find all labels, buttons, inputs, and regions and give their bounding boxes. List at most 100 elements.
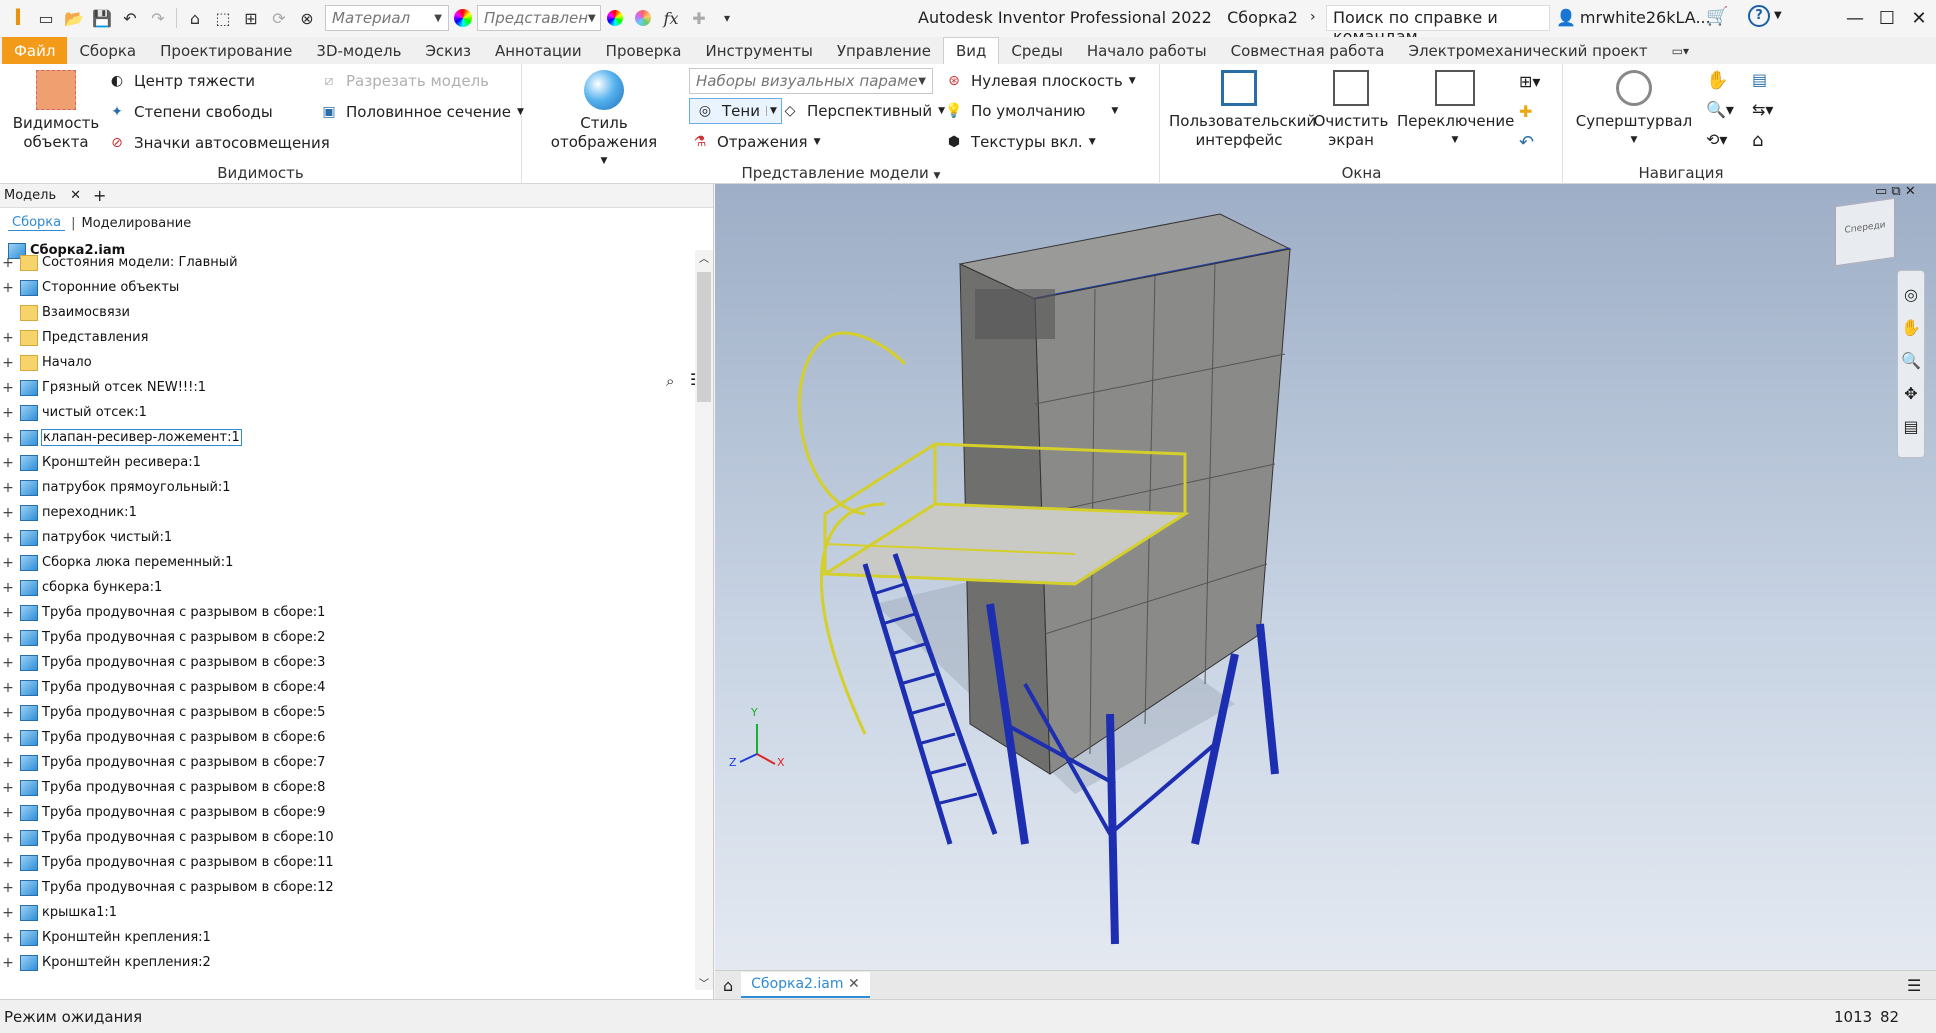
new-window-icon[interactable]: ✚ — [1519, 102, 1532, 121]
tree-item[interactable]: + Сборка люка переменный:1 — [0, 550, 695, 575]
lighting-combo[interactable]: 💡 По умолчанию ▼ — [943, 100, 1118, 122]
select-icon[interactable]: ⬚ — [211, 6, 235, 30]
expand-icon[interactable]: + — [0, 930, 16, 946]
scroll-thumb[interactable] — [697, 272, 711, 402]
tree-item[interactable]: + Начало — [0, 350, 695, 375]
tab-3d-model[interactable]: 3D-модель — [304, 37, 413, 64]
browser-scrollbar[interactable]: ︿ ﹀ — [695, 250, 713, 990]
expand-icon[interactable]: + — [0, 755, 16, 771]
appearance-combo[interactable]: Представлен ▼ — [477, 5, 601, 31]
expand-icon[interactable]: + — [0, 705, 16, 721]
visual-presets-combo[interactable]: Наборы визуальных параметров▼ — [689, 68, 933, 94]
restore-icon[interactable]: ↶ — [1519, 132, 1534, 153]
expand-icon[interactable]: + — [0, 380, 16, 396]
material-combo[interactable]: Материал ▼ — [325, 5, 449, 31]
tree-item[interactable]: + Труба продувочная с разрывом в сборе:3 — [0, 650, 695, 675]
help-search-input[interactable]: Поиск по справке и командам — [1326, 5, 1550, 46]
tab-environments[interactable]: Среды — [999, 37, 1074, 64]
tab-annotate[interactable]: Аннотации — [483, 37, 594, 64]
reflections-button[interactable]: ⚗ Отражения ▼ — [689, 131, 821, 153]
chevron-right-icon[interactable]: › — [1310, 9, 1316, 25]
customize-icon[interactable]: ▾ — [715, 6, 739, 30]
tree-item[interactable]: + переходник:1 — [0, 500, 695, 525]
undo-icon[interactable]: ↶ — [118, 6, 142, 30]
tree-item[interactable]: + Труба продувочная с разрывом в сборе:12 — [0, 875, 695, 900]
tree-item[interactable]: + Труба продувочная с разрывом в сборе:7 — [0, 750, 695, 775]
expand-icon[interactable]: + — [0, 605, 16, 621]
tab-design[interactable]: Проектирование — [148, 37, 304, 64]
tree-item[interactable]: + Сторонние объекты — [0, 275, 695, 300]
appearance-icon[interactable]: ⊗ — [295, 6, 319, 30]
new-icon[interactable]: ▭ — [34, 6, 58, 30]
expand-icon[interactable]: + — [0, 555, 16, 571]
tab-collaborate[interactable]: Совместная работа — [1219, 37, 1397, 64]
expand-icon[interactable]: + — [0, 455, 16, 471]
tree-item[interactable]: + Труба продувочная с разрывом в сборе:11 — [0, 850, 695, 875]
tree-item[interactable]: + Состояния модели: Главный — [0, 250, 695, 275]
update-icon[interactable]: ⟳ — [267, 6, 291, 30]
ground-plane-button[interactable]: ⊛ Нулевая плоскость ▼ — [943, 70, 1135, 92]
fx-icon[interactable]: fx — [659, 6, 683, 30]
expand-icon[interactable]: + — [0, 330, 16, 346]
tab-inspect[interactable]: Проверка — [594, 37, 694, 64]
add-browser-icon[interactable]: + — [87, 186, 112, 205]
doc-tab[interactable]: Сборка2.iam ✕ — [741, 972, 870, 998]
look-at-nav-icon[interactable]: ▤ — [1898, 417, 1924, 436]
maximize-button[interactable]: ☐ — [1872, 4, 1902, 32]
tab-tools[interactable]: Инструменты — [694, 37, 825, 64]
pan-icon[interactable]: ✋ — [1706, 70, 1728, 91]
expand-icon[interactable]: + — [0, 355, 16, 371]
tab-sketch[interactable]: Эскиз — [413, 37, 483, 64]
textures-button[interactable]: ⬢ Текстуры вкл. ▼ — [943, 131, 1096, 153]
tree-item[interactable]: + сборка бункера:1 — [0, 575, 695, 600]
expand-icon[interactable]: + — [0, 405, 16, 421]
expand-icon[interactable]: + — [0, 530, 16, 546]
switch-window-button[interactable]: Переключение ▼ — [1397, 70, 1514, 150]
user-interface-button[interactable]: Пользовательский интерфейс — [1169, 70, 1316, 150]
open-icon[interactable]: 📂 — [62, 6, 86, 30]
viewcube[interactable]: Спереди — [1835, 197, 1895, 267]
tab-manage[interactable]: Управление — [825, 37, 943, 64]
slice-model-button[interactable]: ⧄ Разрезать модель — [318, 70, 489, 92]
cart-icon[interactable]: 🛒 — [1706, 6, 1728, 27]
tree-item[interactable]: + Кронштейн крепления:1 — [0, 925, 695, 950]
tree-item[interactable]: Взаимосвязи — [0, 300, 695, 325]
tree-item[interactable]: + клапан-ресивер-ложемент:1 — [0, 425, 695, 450]
expand-icon[interactable]: + — [0, 830, 16, 846]
help-dropdown-icon[interactable]: ▼ — [1774, 10, 1782, 21]
clean-screen-button[interactable]: Очистить экран — [1311, 70, 1391, 150]
full-nav-wheel-icon[interactable]: ◎ — [1898, 285, 1924, 304]
expand-icon[interactable]: + — [0, 880, 16, 896]
tree-item[interactable]: + Кронштейн ресивера:1 — [0, 450, 695, 475]
tab-view[interactable]: Вид — [942, 36, 1000, 65]
object-visibility-button[interactable]: Видимость объекта — [12, 70, 100, 152]
tree-item[interactable]: + Труба продувочная с разрывом в сборе:6 — [0, 725, 695, 750]
dof-button[interactable]: ✦ Степени свободы — [106, 101, 273, 123]
expand-icon[interactable]: + — [0, 680, 16, 696]
autoconstraint-button[interactable]: ⊘ Значки автосовмещения — [106, 132, 330, 154]
home-view-icon[interactable]: ⌂ — [1752, 130, 1763, 151]
expand-icon[interactable]: + — [0, 905, 16, 921]
tree-item[interactable]: + Труба продувочная с разрывом в сборе:2 — [0, 625, 695, 650]
visual-style-button[interactable]: Стиль отображения ▼ — [533, 70, 675, 171]
clear-appearance-icon[interactable] — [631, 6, 655, 30]
close-browser-icon[interactable]: ✕ — [64, 188, 87, 203]
tab-electromechanical[interactable]: Электромеханический проект — [1397, 37, 1660, 64]
measure-icon[interactable]: ⊞ — [239, 6, 263, 30]
minimize-button[interactable]: — — [1840, 4, 1870, 32]
viewcube-front[interactable]: Спереди — [1844, 220, 1885, 236]
expand-icon[interactable]: + — [0, 805, 16, 821]
home-tab-icon[interactable]: ⌂ — [715, 976, 741, 995]
tree-item[interactable]: + Труба продувочная с разрывом в сборе:5 — [0, 700, 695, 725]
zoom-nav-icon[interactable]: 🔍 — [1898, 351, 1924, 370]
pan-nav-icon[interactable]: ✋ — [1898, 318, 1924, 337]
scroll-up-icon[interactable]: ︿ — [695, 250, 713, 265]
tree-item[interactable]: + Труба продувочная с разрывом в сборе:10 — [0, 825, 695, 850]
tree-item[interactable]: + Труба продувочная с разрывом в сборе:9 — [0, 800, 695, 825]
subtab-modeling[interactable]: Моделирование — [82, 216, 192, 231]
tab-file[interactable]: Файл — [2, 37, 68, 64]
redo-icon[interactable]: ↷ — [146, 6, 170, 30]
tree-item[interactable]: + Труба продувочная с разрывом в сборе:4 — [0, 675, 695, 700]
tree-item[interactable]: + патрубок прямоугольный:1 — [0, 475, 695, 500]
plus-icon[interactable]: ✚ — [687, 6, 711, 30]
